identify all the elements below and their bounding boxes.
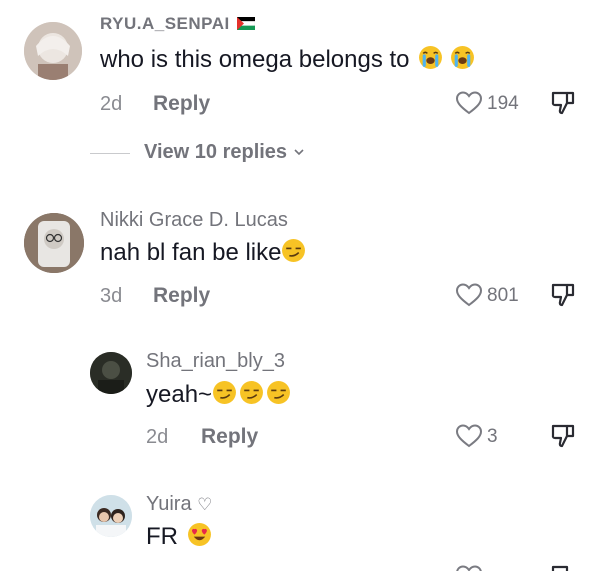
dislike-icon[interactable] xyxy=(550,281,576,309)
heart-icon[interactable] xyxy=(455,564,483,571)
avatar[interactable] xyxy=(90,352,132,394)
smirking-face-icon xyxy=(240,381,264,404)
like-count: 194 xyxy=(487,93,519,114)
smirking-face-icon xyxy=(213,381,237,404)
heart-outline-icon: ♡ xyxy=(197,495,213,514)
heart-icon[interactable] xyxy=(455,423,483,449)
avatar[interactable] xyxy=(24,22,82,80)
heart-icon[interactable] xyxy=(455,90,483,116)
comment-age: 3d xyxy=(100,285,123,307)
dislike-icon[interactable] xyxy=(550,89,576,117)
smirking-face-icon xyxy=(282,239,306,262)
avatar[interactable] xyxy=(24,213,84,273)
comment-age: 2d xyxy=(100,93,123,115)
reply-username[interactable]: Sha_rian_bly_3 xyxy=(146,350,285,373)
loudly-crying-face-icon xyxy=(450,46,474,69)
like-count: 801 xyxy=(487,285,519,306)
chevron-down-icon xyxy=(294,149,304,156)
like-count: 3 xyxy=(487,426,498,447)
dislike-icon[interactable] xyxy=(550,563,576,571)
reply-button[interactable]: Reply xyxy=(201,425,258,449)
comment-text: nah bl fan be like xyxy=(100,238,306,267)
heart-icon[interactable] xyxy=(455,282,483,308)
smirking-face-icon xyxy=(267,381,291,404)
comment-username[interactable]: Nikki Grace D. Lucas xyxy=(100,209,288,232)
reply-username[interactable]: Yuira ♡ xyxy=(146,493,212,516)
avatar[interactable] xyxy=(90,495,132,537)
reply-text: yeah~ xyxy=(146,380,291,409)
loudly-crying-face-icon xyxy=(419,46,443,69)
palestine-flag-icon xyxy=(236,17,256,30)
next-row-partial xyxy=(0,562,600,571)
smiling-face-with-heart-eyes-icon xyxy=(187,523,211,546)
reply-button[interactable]: Reply xyxy=(153,284,210,308)
view-replies-button[interactable]: View 10 replies xyxy=(144,141,305,164)
comment-username[interactable]: RYU.A_SENPAI xyxy=(100,14,256,34)
comment-text: who is this omega belongs to xyxy=(100,45,475,74)
replies-divider xyxy=(90,153,130,154)
reply-age: 2d xyxy=(146,426,169,448)
reply-button[interactable]: Reply xyxy=(153,92,210,116)
dislike-icon[interactable] xyxy=(550,422,576,450)
reply-text: FR xyxy=(146,522,212,551)
